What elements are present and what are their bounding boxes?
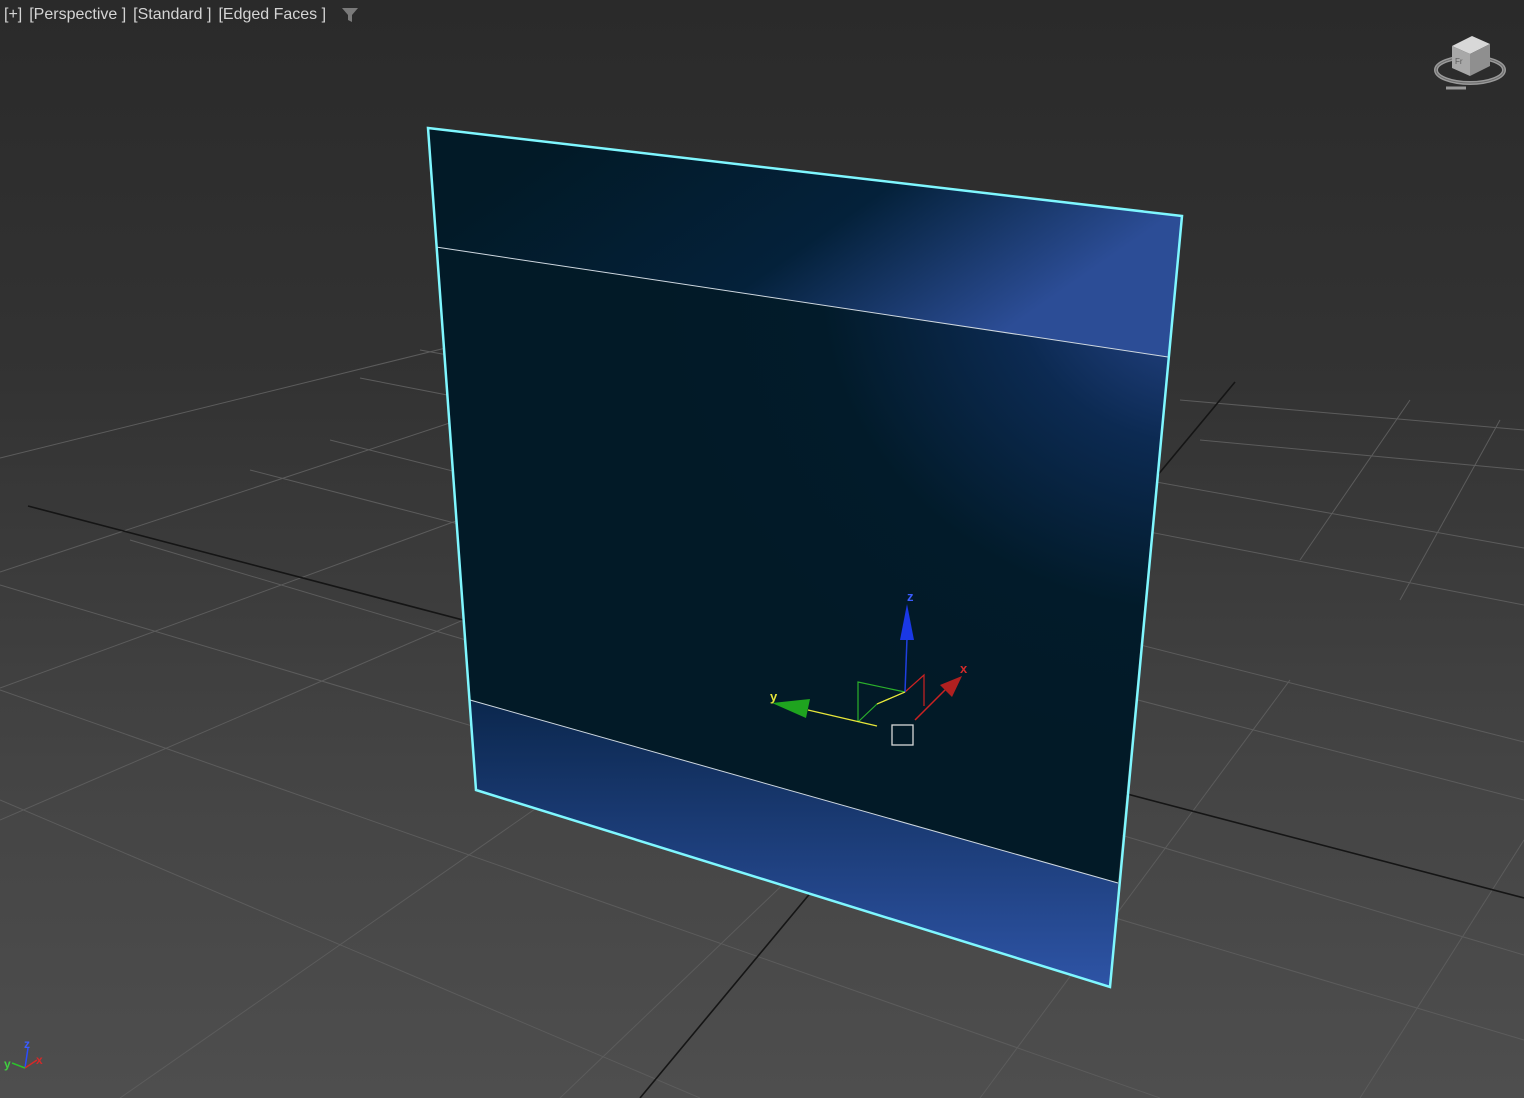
selected-plane[interactable]: [426, 126, 1184, 989]
tripod-x-label: x: [36, 1053, 43, 1067]
tripod-z-label: z: [24, 1037, 30, 1051]
viewport-label-menu: [+] [Perspective ] [Standard ] [Edged Fa…: [4, 6, 359, 24]
viewport-general-menu[interactable]: [+]: [4, 6, 22, 24]
viewcube-icon[interactable]: Fr: [1434, 36, 1506, 90]
svg-text:Fr: Fr: [1455, 57, 1463, 66]
gizmo-x-label: x: [960, 661, 968, 676]
gizmo-z-label: z: [907, 589, 914, 604]
viewport-shading-menu[interactable]: [Standard ]: [133, 6, 211, 24]
viewport-display-menu[interactable]: [Edged Faces ]: [218, 6, 326, 24]
tripod-y-label: y: [4, 1057, 11, 1071]
viewport-point-of-view-menu[interactable]: [Perspective ]: [29, 6, 126, 24]
filter-funnel-icon[interactable]: [341, 6, 359, 24]
world-axis-tripod: z x y: [4, 1037, 43, 1071]
gizmo-y-label: y: [770, 689, 778, 704]
scene-canvas[interactable]: z y x z x y Fr: [0, 0, 1524, 1098]
perspective-viewport[interactable]: z y x z x y Fr [+] [Perspective ] [Stand…: [0, 0, 1524, 1098]
